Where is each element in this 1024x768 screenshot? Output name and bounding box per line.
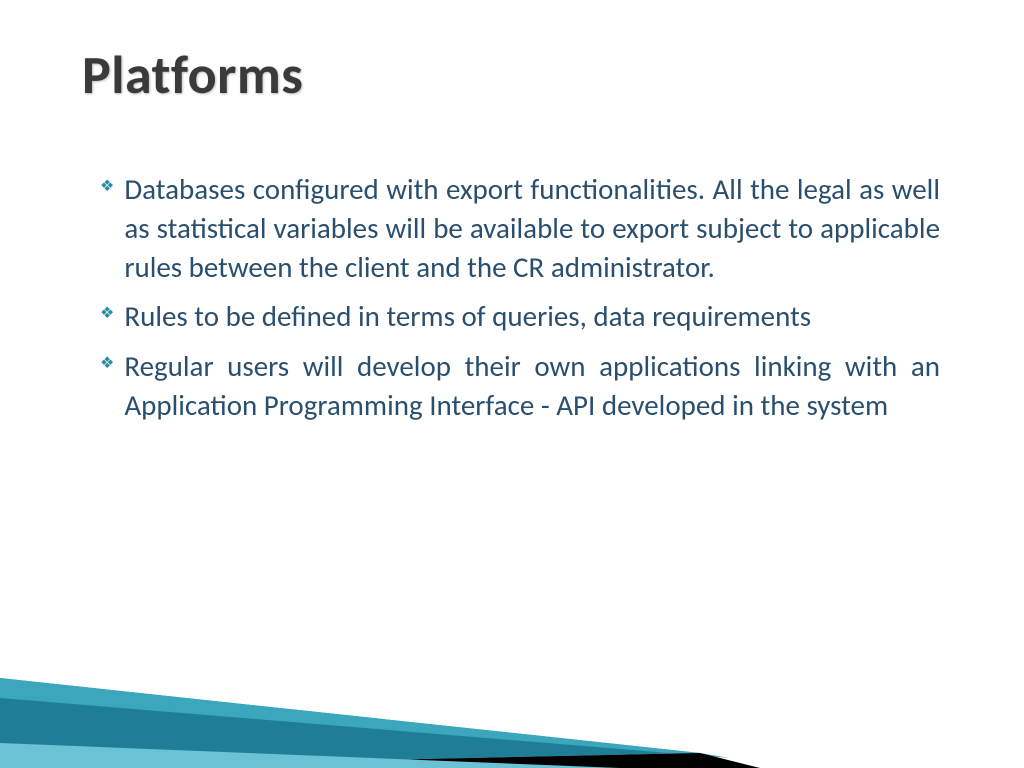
- slide-content: ❖ Databases configured with export funct…: [100, 170, 940, 435]
- diamond-bullet-icon: ❖: [100, 179, 114, 195]
- bullet-text: Databases configured with export functio…: [124, 170, 940, 287]
- bullet-item: ❖ Databases configured with export funct…: [100, 170, 940, 287]
- diamond-bullet-icon: ❖: [100, 306, 114, 322]
- diamond-bullet-icon: ❖: [100, 356, 114, 372]
- slide-title: Platforms: [82, 42, 303, 108]
- bullet-text: Rules to be defined in terms of queries,…: [124, 297, 940, 336]
- footer-decoration: [0, 618, 1024, 768]
- slide: Platforms ❖ Databases configured with ex…: [0, 0, 1024, 768]
- bullet-item: ❖ Regular users will develop their own a…: [100, 347, 940, 425]
- bullet-text: Regular users will develop their own app…: [124, 347, 940, 425]
- bullet-item: ❖ Rules to be defined in terms of querie…: [100, 297, 940, 336]
